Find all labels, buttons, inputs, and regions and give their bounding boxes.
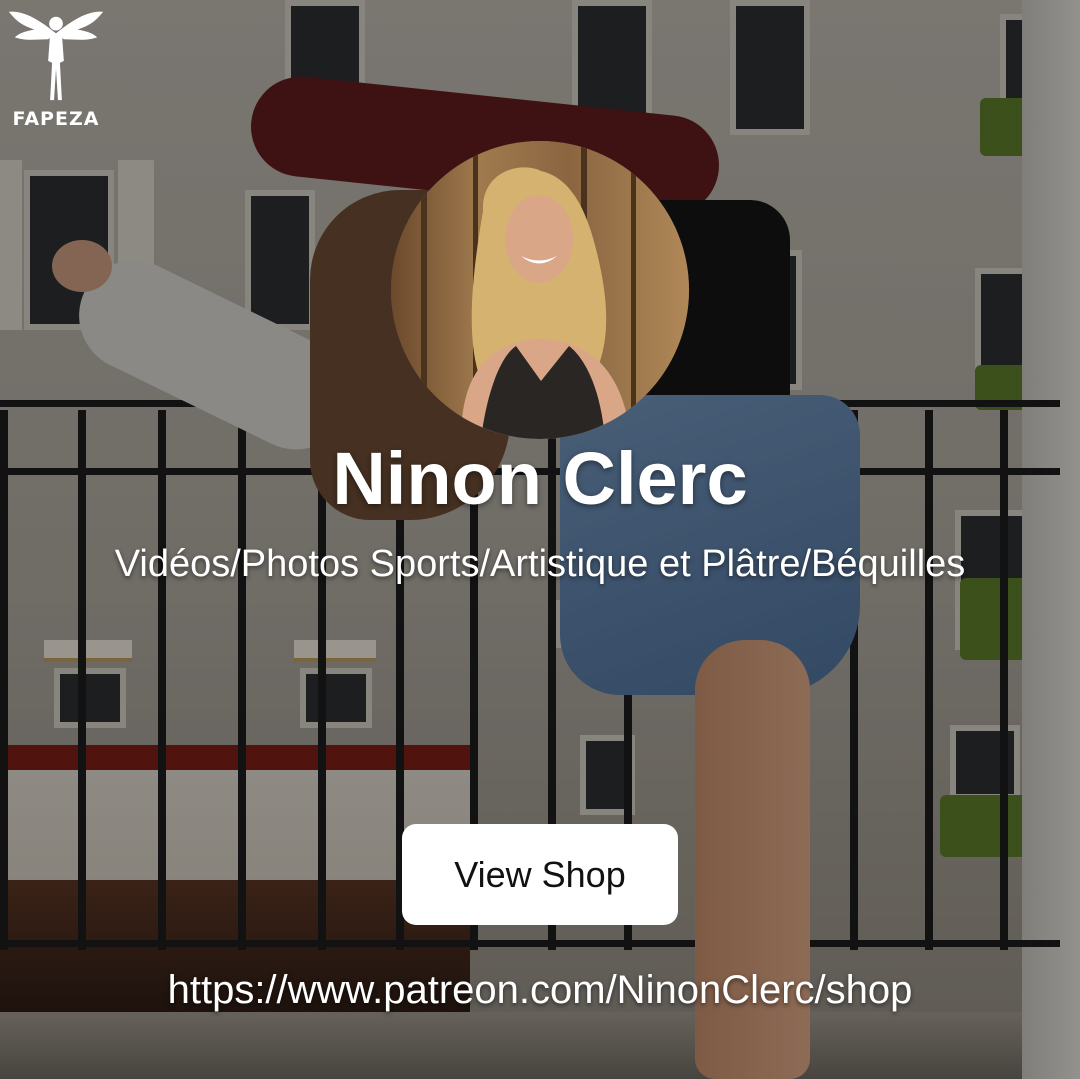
view-shop-button[interactable]: View Shop <box>402 824 678 925</box>
winged-figure-icon <box>8 11 104 101</box>
profile-name: Ninon Clerc <box>332 437 748 520</box>
profile-avatar <box>391 141 689 439</box>
shop-url-link[interactable]: https://www.patreon.com/NinonClerc/shop <box>0 966 1080 1014</box>
profile-photo <box>391 141 689 439</box>
brand-logo[interactable]: FAPEZA <box>4 4 108 130</box>
logo-text: FAPEZA <box>12 108 100 130</box>
profile-description: Vidéos/Photos Sports/Artistique et Plâtr… <box>114 543 966 585</box>
